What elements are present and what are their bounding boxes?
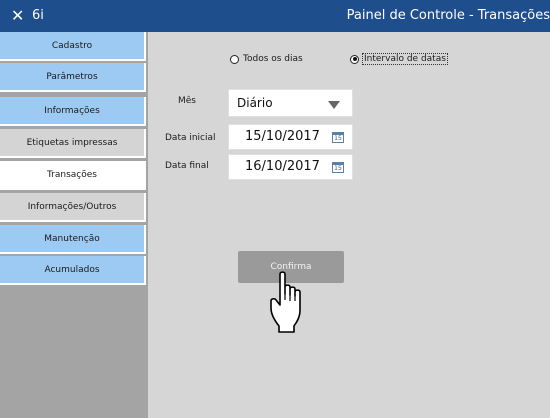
sidebar-item-acumulados[interactable]: Acumulados	[0, 256, 146, 285]
radio-label: Todos os dias	[243, 54, 303, 64]
sidebar-item-etiquetas-impressas[interactable]: Etiquetas impressas	[0, 129, 146, 158]
title-bar: ✕ 6i Painel de Controle - Transações	[0, 0, 550, 32]
sidebar-item-label: Cadastro	[51, 40, 93, 51]
sidebar-item-transacoes[interactable]: Transações	[0, 161, 146, 190]
sidebar-item-informacoes-outros[interactable]: Informações/Outros	[0, 193, 146, 222]
sidebar-item-informacoes[interactable]: Informações	[0, 97, 146, 126]
radio-label: Intervalo de datas	[362, 53, 448, 65]
radio-button-unselected[interactable]	[230, 54, 239, 64]
sidebar-item-label: Informações	[44, 105, 100, 116]
radio-todos-os-dias[interactable]: Todos os dias	[230, 54, 303, 64]
sidebar-item-label: Parâmetros	[46, 71, 98, 82]
close-icon[interactable]: ✕	[11, 6, 24, 26]
app-name: 6i	[32, 8, 44, 23]
chevron-down-icon[interactable]	[328, 101, 340, 109]
start-date-field[interactable]: 15/10/2017 15	[228, 124, 353, 150]
sidebar-item-cadastro[interactable]: Cadastro	[0, 32, 146, 61]
main-panel: Todos os dias Intervalo de datas Mês Diá…	[148, 32, 550, 418]
sidebar-item-label: Etiquetas impressas	[26, 137, 118, 148]
calendar-icon[interactable]: 15	[332, 132, 344, 143]
end-date-field[interactable]: 16/10/2017 15	[228, 154, 353, 180]
sidebar-item-label: Informações/Outros	[27, 201, 117, 212]
end-date-label: Data final	[165, 161, 209, 171]
sidebar-item-parametros[interactable]: Parâmetros	[0, 63, 146, 92]
month-label: Mês	[178, 96, 196, 106]
sidebar-item-manutencao[interactable]: Manutenção	[0, 225, 146, 254]
month-select[interactable]: Diário	[228, 89, 353, 117]
start-date-label: Data inicial	[165, 133, 216, 143]
window-title: Painel de Controle - Transações	[346, 8, 550, 23]
sidebar-item-label: Transações	[47, 169, 97, 180]
start-date-value: 15/10/2017	[245, 129, 320, 144]
sidebar: Cadastro Parâmetros Informações Etiqueta…	[0, 32, 148, 418]
sidebar-item-label: Manutenção	[44, 233, 100, 244]
hand-pointer-icon	[270, 271, 301, 333]
month-select-value: Diário	[237, 96, 273, 110]
calendar-icon[interactable]: 15	[332, 162, 344, 173]
end-date-value: 16/10/2017	[245, 159, 320, 174]
radio-intervalo-de-datas[interactable]: Intervalo de datas	[350, 53, 448, 65]
sidebar-item-label: Acumulados	[44, 264, 100, 275]
radio-button-selected[interactable]	[350, 54, 359, 64]
